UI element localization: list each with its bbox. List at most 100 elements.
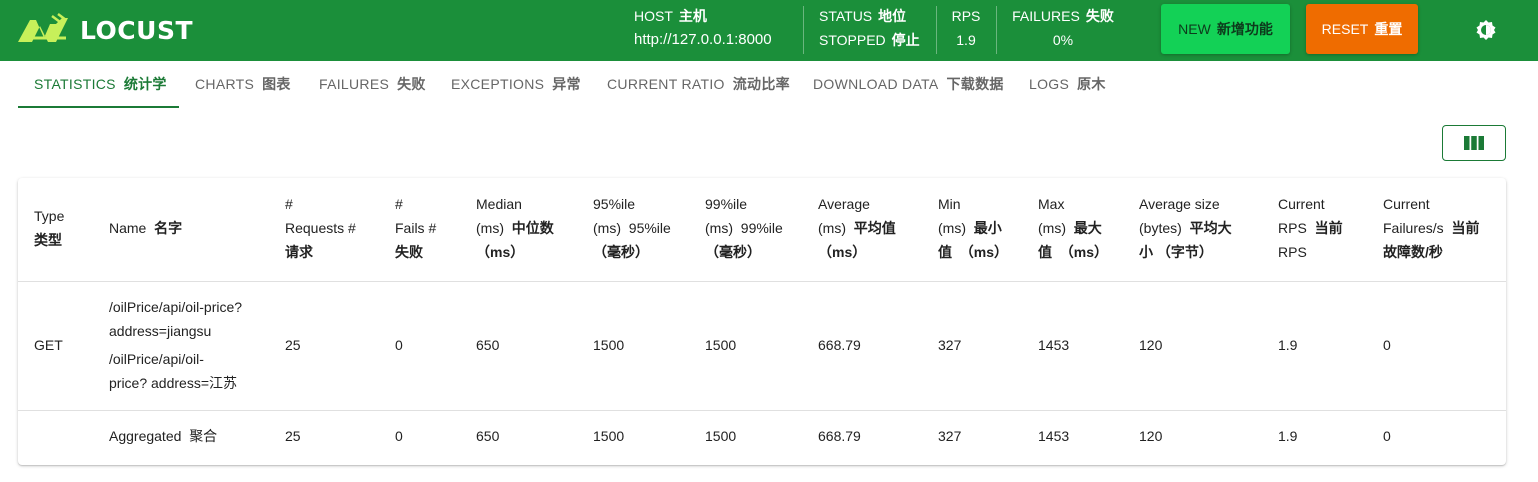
header-current-rps-l1: Current [1278,196,1325,212]
view-columns-button[interactable] [1442,125,1506,161]
header-median-zh3: （ms） [476,244,525,260]
logo-text: LOCUST [80,15,193,45]
tab-label: LOGS [1029,76,1070,92]
tab-label-zh: 异常 [552,76,581,92]
cell-name: Aggregated 聚合 [109,424,217,448]
host-label-zh: 主机 [678,8,707,24]
cell-name-zh: 聚合 [189,428,218,444]
header-current-rps-l2: RPS [1278,220,1307,236]
cell-min: 327 [938,428,962,444]
cell-name-l4: price? address=江苏 [109,375,238,391]
header-median[interactable]: Median (ms) 中位数 （ms） [476,192,554,264]
tab-failures[interactable]: FAILURES 失败 [319,66,426,108]
top-app-bar: LOCUST HOST 主机 http://127.0.0.1:8000 STAT… [0,0,1538,61]
header-p95-l2: (ms) [593,220,621,236]
status-label-zh: 地位 [878,8,907,24]
header-current-failures-zh: 当前 [1451,220,1480,236]
header-type[interactable]: Type 类型 [34,204,64,252]
cell-median: 650 [476,337,500,353]
header-max[interactable]: Max (ms) 最大 值 （ms） [1038,192,1108,264]
tab-statistics[interactable]: STATISTICS 统计学 [34,66,167,108]
header-avg-size-l1: Average size [1139,196,1220,212]
header-current-rps-l3: RPS [1278,244,1307,260]
tab-label: STATISTICS [34,76,116,92]
host-value: http://127.0.0.1:8000 [634,31,772,48]
header-current-failures-l2: Failures/s [1383,220,1444,236]
header-avg-size[interactable]: Average size (bytes) 平均大 小 （字节） [1139,192,1232,264]
locust-logo[interactable]: LOCUST [16,12,193,48]
tab-label-zh: 下载数据 [946,76,1004,92]
header-fails-l1: # [395,196,403,212]
header-p99-l2: (ms) [705,220,733,236]
header-name-zh: 名字 [154,220,183,236]
header-type-en: Type [34,208,65,224]
rps-label: RPS [951,8,981,24]
cell-median: 650 [476,428,500,444]
header-p99[interactable]: 99%ile (ms) 99%ile （毫秒） [705,192,783,264]
header-requests[interactable]: # Requests # 请求 [285,192,356,264]
header-type-zh: 类型 [34,232,62,248]
header-min-l2: (ms) [938,220,966,236]
header-average[interactable]: Average (ms) 平均值 （ms） [818,192,896,264]
header-requests-l2: Requests # [285,220,356,236]
cell-avg-size: 120 [1139,428,1163,444]
rps-value: 1.9 [956,32,976,48]
header-p95-l1: 95%ile [593,196,636,212]
tab-download-data[interactable]: DOWNLOAD DATA 下载数据 [813,66,1004,108]
header-current-rps[interactable]: Current RPS 当前 RPS [1278,192,1343,264]
row-divider [18,410,1506,411]
header-divider [803,6,804,54]
header-fails[interactable]: # Fails # 失败 [395,192,436,264]
header-p95-l2b: 95%ile [628,220,671,236]
brightness-icon[interactable] [1474,18,1498,42]
header-median-l1: Median [476,196,522,212]
header-min[interactable]: Min (ms) 最小 值 （ms） [938,192,1008,264]
cell-p95: 1500 [593,337,625,353]
status-label: STATUS [819,8,873,24]
tab-label: EXCEPTIONS [451,76,545,92]
tab-current-ratio[interactable]: CURRENT RATIO 流动比率 [607,66,790,108]
cell-p95: 1500 [593,428,625,444]
cell-max: 1453 [1038,428,1070,444]
reset-button[interactable]: RESET 重置 [1306,4,1418,54]
new-button[interactable]: NEW 新增功能 [1161,4,1290,54]
tab-label-zh: 失败 [397,76,426,92]
header-min-zh3b: （ms） [959,244,1009,260]
header-name[interactable]: Name 名字 [109,216,182,240]
cell-current-failures: 0 [1383,337,1391,353]
header-min-l1: Min [938,196,961,212]
header-average-l2: (ms) [818,220,846,236]
header-name-en: Name [109,220,147,236]
tab-exceptions[interactable]: EXCEPTIONS 异常 [451,66,581,108]
header-p95[interactable]: 95%ile (ms) 95%ile （毫秒） [593,192,671,264]
tab-label-zh: 统计学 [123,76,167,92]
header-divider [996,6,997,54]
statistics-table: Type 类型 Name 名字 # Requests # 请求 # Fails … [18,178,1506,465]
header-current-failures[interactable]: Current Failures/s 当前 故障数/秒 [1383,192,1479,264]
cell-fails: 0 [395,428,403,444]
header-current-failures-l1: Current [1383,196,1430,212]
cell-p99: 1500 [705,428,737,444]
tab-logs[interactable]: LOGS 原木 [1029,66,1106,108]
header-current-rps-zh: 当前 [1314,220,1343,236]
row-divider [18,281,1506,282]
header-avg-size-l2: (bytes) [1139,220,1182,236]
header-min-zh: 最小 [973,220,1002,236]
locust-logo-icon [18,13,68,42]
tab-label: FAILURES [319,76,390,92]
host-stat: HOST 主机 http://127.0.0.1:8000 [634,6,772,56]
header-divider [936,6,937,54]
header-fails-zh: 失败 [395,244,423,260]
host-label: HOST [634,8,673,24]
cell-name-en: Aggregated [109,428,182,444]
tab-label: CHARTS [195,76,255,92]
header-max-l2: (ms) [1038,220,1066,236]
header-max-zh3a: 值 [1038,244,1052,260]
header-p99-zh3: （毫秒） [705,244,761,260]
cell-avg-size: 120 [1139,337,1163,353]
active-tab-indicator [18,106,179,108]
header-max-zh: 最大 [1073,220,1102,236]
tab-charts[interactable]: CHARTS 图表 [195,66,291,108]
tab-label: CURRENT RATIO [607,76,725,92]
cell-current-failures: 0 [1383,428,1391,444]
